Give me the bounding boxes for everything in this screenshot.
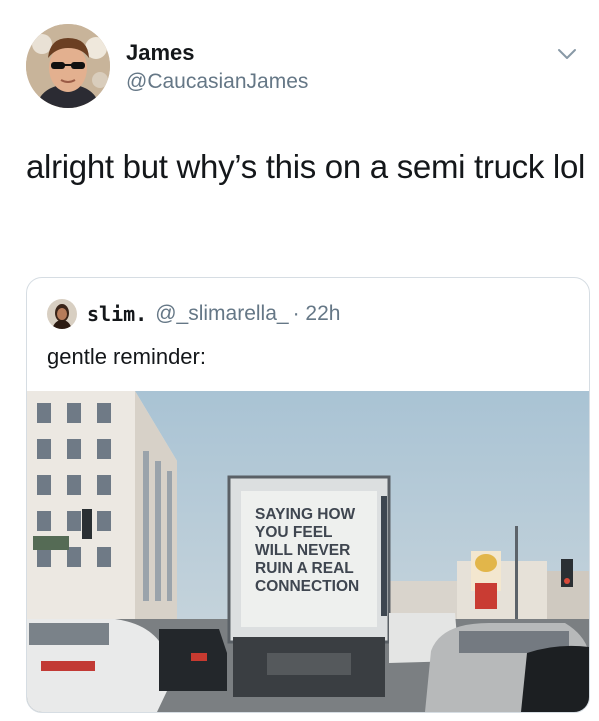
quoted-tweet-header: slim. @_slimarella_ · 22h [47,298,340,330]
quoted-tweet-card[interactable]: slim. @_slimarella_ · 22h gentle reminde… [26,277,590,713]
author-name[interactable]: James [126,40,195,66]
tweet-text: alright but why’s this on a semi truck l… [26,148,586,185]
truck-sign-line: CONNECTION [255,578,359,595]
quoted-tweet-photo[interactable]: SAYING HOW YOU FEEL WILL NEVER RUIN A RE… [27,391,589,712]
truck-sign-text: SAYING HOW YOU FEEL WILL NEVER RUIN A RE… [255,506,359,595]
chevron-down-icon[interactable] [555,42,579,66]
quoted-author-name[interactable]: slim. [87,302,147,326]
truck-sign-line: WILL NEVER [255,542,350,559]
author-handle[interactable]: @CaucasianJames [126,70,308,94]
truck-sign-line: RUIN A REAL [255,560,354,577]
author-avatar[interactable] [26,24,110,108]
quoted-author-avatar[interactable] [47,299,77,329]
truck-sign-line: SAYING HOW [255,506,356,523]
tweet-header: James @CaucasianJames [26,24,583,110]
quoted-author-handle[interactable]: @_slimarella_ [155,302,288,326]
truck-sign-line: YOU FEEL [255,524,333,541]
quoted-tweet-time[interactable]: · 22h [293,302,341,326]
quoted-tweet-text: gentle reminder: [47,344,206,369]
